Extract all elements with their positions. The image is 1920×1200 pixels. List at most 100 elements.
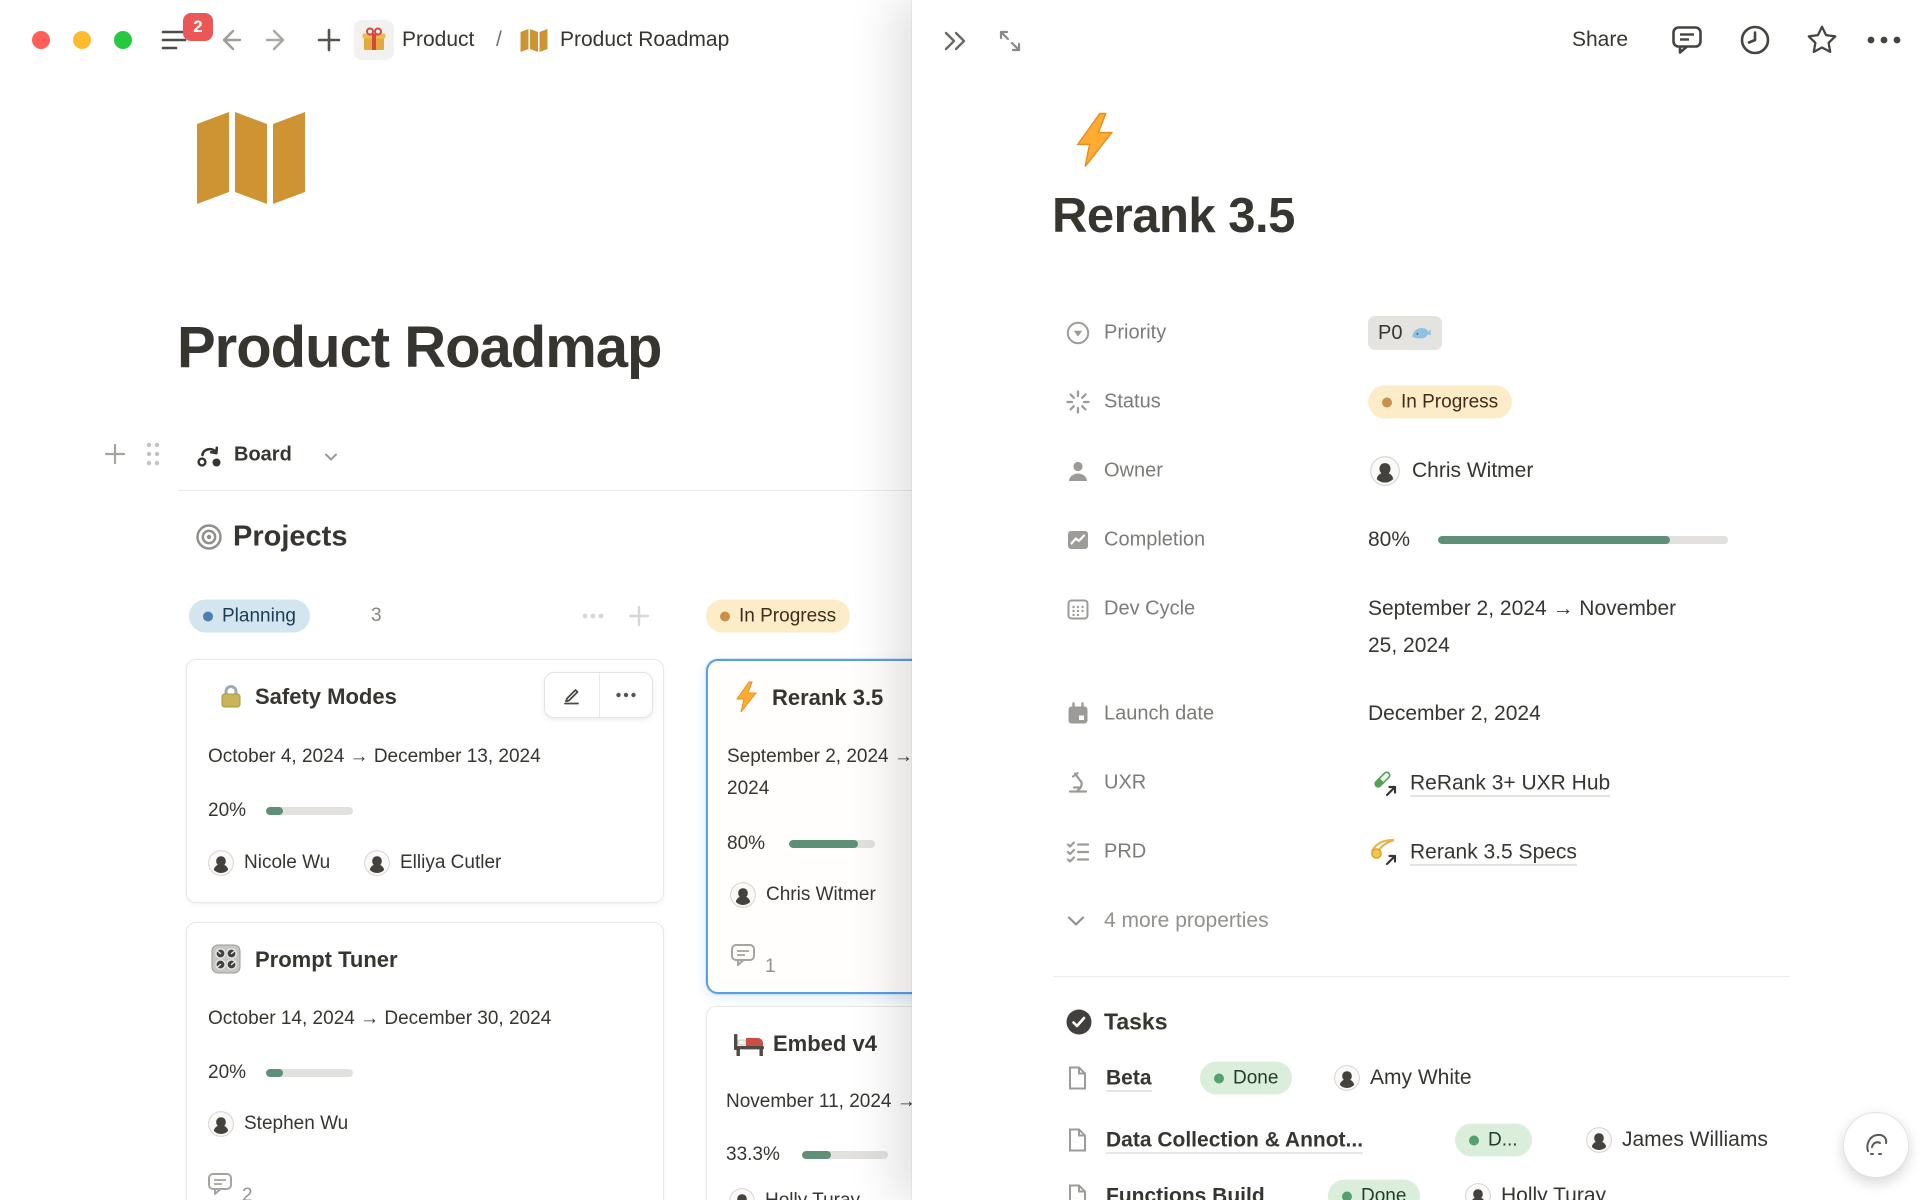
property-label-owner[interactable]: Owner xyxy=(1104,460,1163,483)
task-title[interactable]: Beta xyxy=(1106,1067,1152,1092)
uxr-link[interactable]: ReRank 3+ UXR Hub xyxy=(1410,772,1610,797)
window-minimize-button[interactable] xyxy=(73,31,91,49)
progress-bar xyxy=(802,1151,888,1159)
priority-value-pill[interactable]: P0 xyxy=(1368,316,1442,350)
add-view-plus-icon[interactable] xyxy=(103,442,127,466)
app-window: 2 Product / Product Roadmap xyxy=(0,0,1920,1200)
card-percent: 33.3% xyxy=(726,1144,780,1166)
column-header-planning[interactable]: Planning xyxy=(189,600,310,633)
card-safety-modes[interactable]: Safety Modes October 4, 2024 → December … xyxy=(186,659,664,903)
card-title[interactable]: Safety Modes xyxy=(255,684,397,710)
status-dot xyxy=(1214,1073,1224,1083)
lock-icon xyxy=(215,680,247,712)
property-label-uxr[interactable]: UXR xyxy=(1104,772,1146,795)
card-dates-line1: November 11, 2024 → xyxy=(726,1091,916,1113)
view-tab-board[interactable]: Board xyxy=(234,444,292,467)
page-icon-map[interactable] xyxy=(190,106,312,211)
column-count: 3 xyxy=(371,605,382,627)
task-status: Done xyxy=(1361,1185,1406,1200)
close-peek-chevrons-icon[interactable] xyxy=(940,25,972,57)
avatar xyxy=(364,850,390,876)
task-assignee: Holly Turay xyxy=(1501,1184,1606,1200)
status-dot xyxy=(1382,397,1392,407)
task-status-pill[interactable]: D... xyxy=(1455,1124,1532,1157)
property-label-prd[interactable]: PRD xyxy=(1104,841,1146,864)
property-label-launch-date[interactable]: Launch date xyxy=(1104,703,1214,726)
board-view-icon xyxy=(194,440,224,470)
comments-icon[interactable] xyxy=(1668,22,1706,58)
peek-title[interactable]: Rerank 3.5 xyxy=(1052,188,1295,244)
page-icon xyxy=(1064,1182,1090,1200)
launch-date-value[interactable]: December 2, 2024 xyxy=(1368,702,1541,726)
column-add-icon[interactable] xyxy=(626,603,652,629)
card-title[interactable]: Prompt Tuner xyxy=(255,947,398,973)
forward-arrow-icon[interactable] xyxy=(265,27,291,53)
dev-cycle-calendar-icon xyxy=(1064,595,1092,623)
page-icon xyxy=(1064,1064,1090,1092)
expand-page-icon[interactable] xyxy=(994,25,1026,57)
notion-ai-icon xyxy=(1858,1127,1894,1163)
bullseye-icon xyxy=(194,522,224,552)
window-close-button[interactable] xyxy=(32,31,50,49)
priority-icon xyxy=(1064,319,1092,347)
back-arrow-icon[interactable] xyxy=(216,27,242,53)
card-more-icon[interactable] xyxy=(600,673,652,717)
breadcrumb-item-product-roadmap[interactable]: Product Roadmap xyxy=(560,28,729,52)
card-title[interactable]: Rerank 3.5 xyxy=(772,685,883,711)
more-properties-toggle[interactable]: 4 more properties xyxy=(1104,909,1269,933)
status-dot xyxy=(720,611,730,621)
new-page-plus-icon[interactable] xyxy=(316,27,342,53)
uxr-microscope-icon xyxy=(1064,769,1092,797)
more-options-icon[interactable] xyxy=(1864,30,1904,50)
avatar xyxy=(1465,1183,1491,1200)
card-percent: 20% xyxy=(208,1062,246,1084)
edit-pencil-icon[interactable] xyxy=(545,673,599,717)
page-title[interactable]: Product Roadmap xyxy=(177,314,662,381)
task-status-pill[interactable]: Done xyxy=(1200,1062,1292,1095)
window-zoom-button[interactable] xyxy=(114,31,132,49)
column-more-icon[interactable] xyxy=(580,603,606,629)
completion-progress-bar[interactable] xyxy=(1438,536,1728,544)
chevron-down-icon[interactable] xyxy=(322,448,340,466)
notion-ai-button[interactable] xyxy=(1843,1112,1909,1178)
task-assignee: Amy White xyxy=(1370,1066,1472,1090)
status-icon xyxy=(1064,388,1092,416)
person-name: Stephen Wu xyxy=(244,1113,348,1135)
card-title[interactable]: Embed v4 xyxy=(773,1031,877,1057)
column-header-in-progress[interactable]: In Progress xyxy=(706,600,850,633)
dev-cycle-value-line2[interactable]: 25, 2024 xyxy=(1368,634,1450,658)
task-status-pill[interactable]: Done xyxy=(1328,1180,1420,1200)
comment-count: 1 xyxy=(765,956,776,978)
chevron-down-icon[interactable] xyxy=(1064,909,1088,933)
card-prompt-tuner[interactable]: Prompt Tuner October 14, 2024 → December… xyxy=(186,922,664,1200)
priority-value: P0 xyxy=(1378,322,1402,345)
task-status: Done xyxy=(1233,1067,1278,1089)
prd-link[interactable]: Rerank 3.5 Specs xyxy=(1410,841,1577,866)
status-dot xyxy=(1342,1191,1352,1200)
card-hover-toolbar xyxy=(544,672,653,718)
property-label-dev-cycle[interactable]: Dev Cycle xyxy=(1104,598,1195,621)
avatar xyxy=(1334,1065,1360,1091)
dev-cycle-value-line1[interactable]: September 2, 2024 → November xyxy=(1368,597,1676,621)
lightning-icon xyxy=(730,680,764,714)
column-label: In Progress xyxy=(739,605,836,627)
status-value-pill[interactable]: In Progress xyxy=(1368,386,1512,419)
bed-icon xyxy=(731,1027,767,1059)
favorite-star-icon[interactable] xyxy=(1802,20,1842,60)
property-label-completion[interactable]: Completion xyxy=(1104,529,1205,552)
history-clock-icon[interactable] xyxy=(1736,22,1774,58)
share-button[interactable]: Share xyxy=(1572,28,1628,52)
avatar xyxy=(208,1111,234,1137)
property-label-status[interactable]: Status xyxy=(1104,391,1161,414)
peek-page-icon-lightning[interactable] xyxy=(1070,112,1118,173)
drag-handle-icon[interactable] xyxy=(142,440,164,468)
owner-value[interactable]: Chris Witmer xyxy=(1412,459,1533,483)
person-name: Nicole Wu xyxy=(244,852,330,874)
section-title-projects[interactable]: Projects xyxy=(233,521,347,554)
status-dot xyxy=(1469,1135,1479,1145)
breadcrumb-item-product[interactable]: Product xyxy=(402,28,474,52)
property-label-priority[interactable]: Priority xyxy=(1104,322,1166,345)
person-name: Holly Turay xyxy=(765,1190,860,1200)
task-title[interactable]: Functions Build xyxy=(1106,1185,1265,1200)
task-title[interactable]: Data Collection & Annot... xyxy=(1106,1129,1363,1154)
